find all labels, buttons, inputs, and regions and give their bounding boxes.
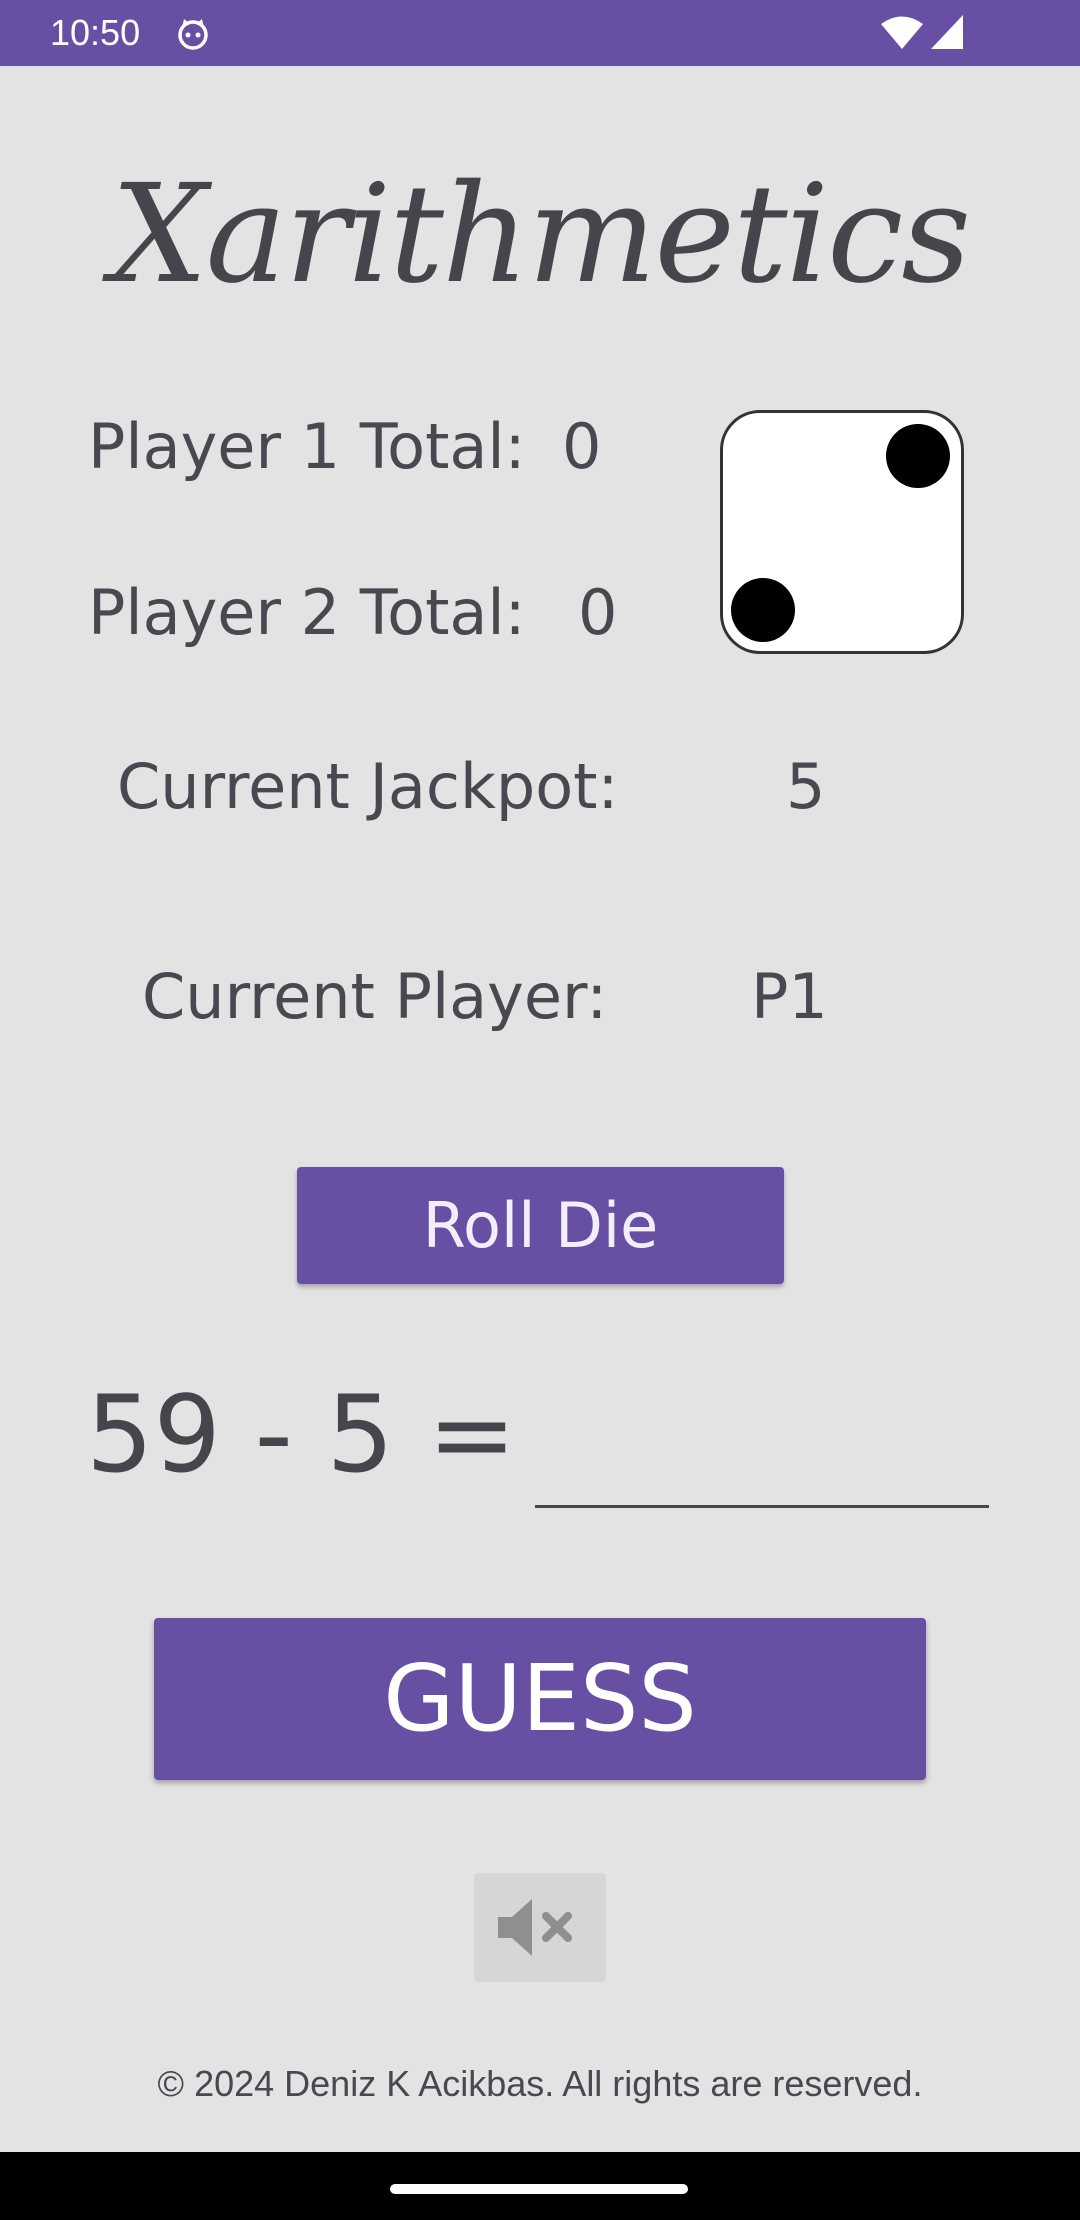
app-title: Xarithmetics [110,156,971,314]
navigation-bar [0,2152,1080,2220]
current-player-value: P1 [751,960,828,1033]
player2-total-label: Player 2 Total: [88,576,526,649]
player1-total-label: Player 1 Total: [88,410,526,483]
status-bar: 10:50 [0,0,1080,66]
status-time: 10:50 [50,12,141,53]
copyright-text: © 2024 Deniz K Acikbas. All rights are r… [157,2063,923,2104]
home-gesture-handle[interactable] [390,2184,688,2194]
die-pip [886,424,950,488]
roll-die-button[interactable]: Roll Die [297,1167,784,1284]
wifi-icon [880,16,924,50]
mute-button[interactable] [474,1873,606,1982]
android-cat-icon [176,16,210,50]
player1-total-value: 0 [562,410,602,483]
current-jackpot-value: 5 [786,750,826,823]
equation-text: 59 - 5 = [86,1373,517,1496]
cell-signal-icon [930,14,964,50]
die-face [720,410,964,654]
player2-total-value: 0 [578,576,618,649]
guess-button[interactable]: GUESS [154,1618,926,1780]
current-player-label: Current Player: [142,960,608,1033]
answer-input[interactable] [535,1380,989,1508]
volume-mute-icon [494,1893,586,1962]
current-jackpot-label: Current Jackpot: [117,750,619,823]
die-pip [731,578,795,642]
